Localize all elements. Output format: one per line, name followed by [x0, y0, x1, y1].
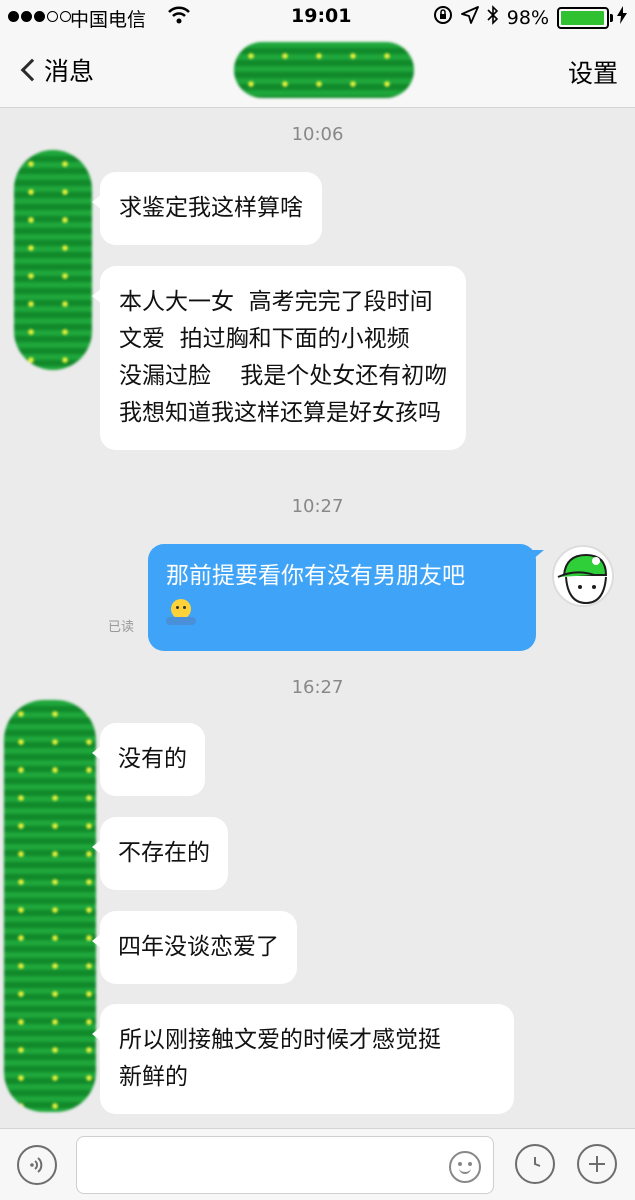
message-text: 所以刚接触文爱的时候才感觉挺 [119, 1027, 441, 1053]
incoming-message: 所以刚接触文爱的时候才感觉挺 新鲜的 [92, 1004, 514, 1114]
input-bar [0, 1128, 635, 1200]
outgoing-message: 那前提要看你有没有男朋友吧 [148, 544, 544, 651]
incoming-message: 没有的 [92, 723, 205, 796]
orientation-lock-icon [433, 5, 453, 30]
bluetooth-icon [487, 5, 499, 30]
shrug-emoji-icon [166, 599, 196, 629]
incoming-message: 求鉴定我这样算啥 [92, 172, 322, 245]
battery-icon [557, 6, 613, 29]
back-button[interactable]: 消息 [16, 52, 94, 88]
battery-percent: 98% [506, 6, 549, 29]
incoming-message: 不存在的 [92, 817, 228, 890]
incoming-message: 四年没谈恋爱了 [92, 911, 297, 984]
status-bar: 中国电信 19:01 98% [0, 0, 635, 34]
emoji-button[interactable] [449, 1151, 481, 1183]
voice-wave-icon [30, 1157, 43, 1173]
message-text: 求鉴定我这样算啥 [119, 195, 303, 221]
more-plus-button[interactable] [577, 1144, 617, 1184]
message-text: 没漏过脸 我是个处女还有初吻 [119, 363, 448, 389]
message-text: 那前提要看你有没有男朋友吧 [166, 563, 465, 589]
message-text: 没有的 [118, 746, 187, 772]
message-text: 新鲜的 [119, 1064, 188, 1090]
sender-avatar-redaction[interactable] [14, 150, 92, 370]
message-text: 不存在的 [118, 840, 210, 866]
carrier-name: 中国电信 [70, 9, 147, 31]
location-icon [460, 6, 479, 29]
message-timestamp: 16:27 [291, 677, 344, 698]
message-text: 本人大一女 高考完完了段时间 [119, 289, 433, 315]
signal-strength-icon [8, 11, 71, 22]
contact-name-redaction [234, 42, 414, 98]
message-text: 文爱 拍过胸和下面的小视频 [119, 326, 410, 352]
incoming-message: 本人大一女 高考完完了段时间 文爱 拍过胸和下面的小视频 没漏过脸 我是个处女还… [91, 266, 467, 450]
settings-button[interactable]: 设置 [568, 54, 618, 90]
read-receipt: 已读 [108, 620, 135, 635]
message-text: 四年没谈恋爱了 [118, 934, 279, 960]
chevron-left-icon [20, 58, 44, 82]
message-text: 我想知道我这样还算是好女孩吗 [119, 400, 441, 426]
clock-icon [534, 1157, 541, 1167]
clock-button[interactable] [515, 1144, 555, 1184]
back-label: 消息 [44, 57, 95, 86]
status-time: 19:01 [291, 5, 352, 27]
plus-icon [589, 1156, 605, 1172]
message-input[interactable] [76, 1136, 494, 1194]
my-avatar[interactable] [552, 545, 614, 607]
nav-bar: 消息 设置 [0, 34, 635, 108]
message-timestamp: 10:27 [291, 496, 344, 517]
voice-input-button[interactable] [17, 1145, 57, 1185]
charging-icon [617, 6, 627, 29]
message-timestamp: 10:06 [291, 124, 344, 145]
sender-avatar-redaction[interactable] [4, 700, 96, 1112]
wifi-icon [167, 4, 191, 31]
